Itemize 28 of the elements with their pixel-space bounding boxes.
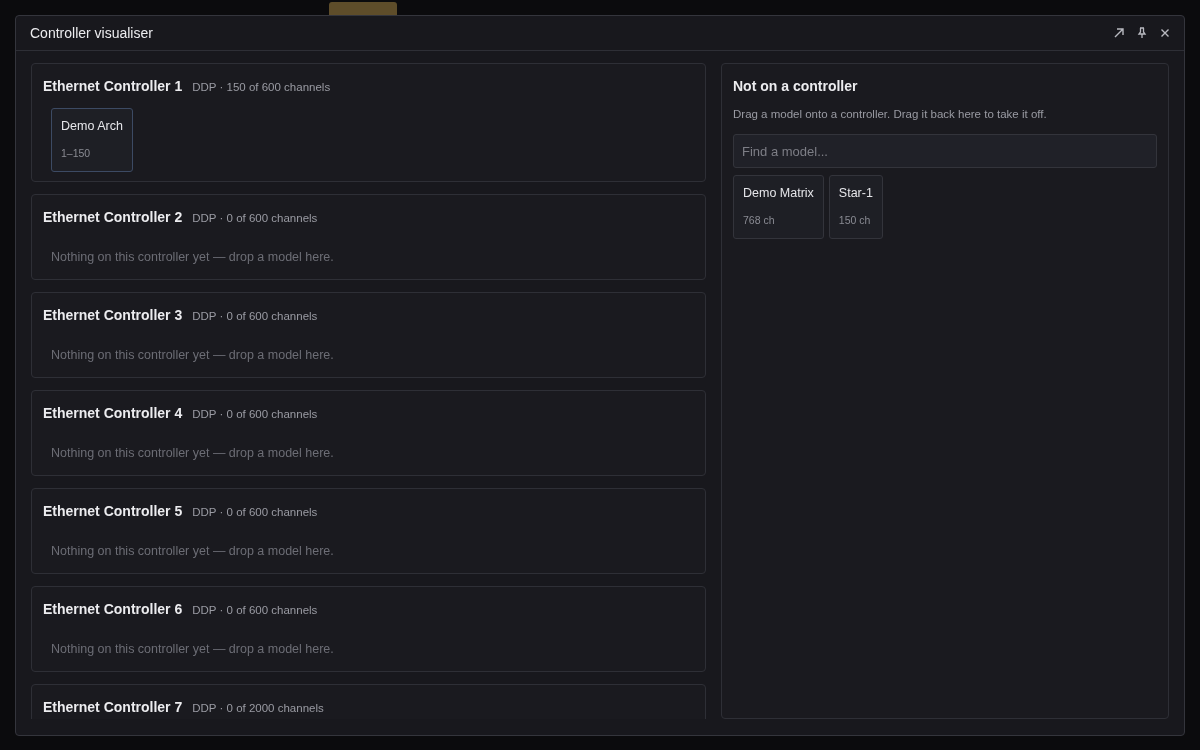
empty-message: Nothing on this controller yet — drop a model here.: [51, 542, 335, 560]
pop-out-icon[interactable]: [1112, 26, 1126, 40]
controller-name: Ethernet Controller 1: [43, 77, 183, 96]
controller-summary: DDP · 150 of 600 channels: [192, 80, 331, 95]
controller-name: Ethernet Controller 5: [43, 501, 183, 521]
panel-hint: Drag a model onto a controller. Drag it back here to take it off.: [733, 107, 1048, 122]
window-title: Controller visualiser: [30, 23, 153, 43]
empty-message: Nothing on this controller yet — drop a model here.: [51, 444, 335, 462]
empty-message: Nothing on this controller yet — drop a model here.: [51, 640, 335, 658]
search-field[interactable]: Find a model...: [733, 134, 1157, 169]
controller-summary: DDP · 0 of 600 channels: [192, 308, 318, 324]
empty-message: Nothing on this controller yet — drop a model here.: [51, 248, 335, 266]
panel-title: Not on a controller: [733, 77, 859, 96]
controller-name: Ethernet Controller 4: [43, 403, 183, 423]
empty-message: Nothing on this controller yet — drop a model here.: [51, 346, 335, 364]
controller-name: Ethernet Controller 7: [43, 697, 183, 717]
controller-summary: DDP · 0 of 600 channels: [192, 602, 318, 618]
pin-icon[interactable]: [1135, 26, 1149, 40]
controller-name: Ethernet Controller 6: [43, 599, 183, 619]
controller-summary: DDP · 0 of 600 channels: [192, 406, 318, 422]
model-chip[interactable]: Demo Matrix 768 ch: [733, 175, 824, 239]
controller-name: Ethernet Controller 2: [43, 207, 183, 227]
controller-summary: DDP · 0 of 600 channels: [192, 504, 318, 520]
controller-summary: DDP · 0 of 600 channels: [192, 210, 318, 226]
model-chip[interactable]: Demo Arch 1–150: [51, 108, 133, 172]
controller-name: Ethernet Controller 3: [43, 305, 183, 325]
model-chip[interactable]: Star-1 150 ch: [828, 175, 883, 239]
controller-summary: DDP · 0 of 2000 channels: [192, 700, 324, 716]
